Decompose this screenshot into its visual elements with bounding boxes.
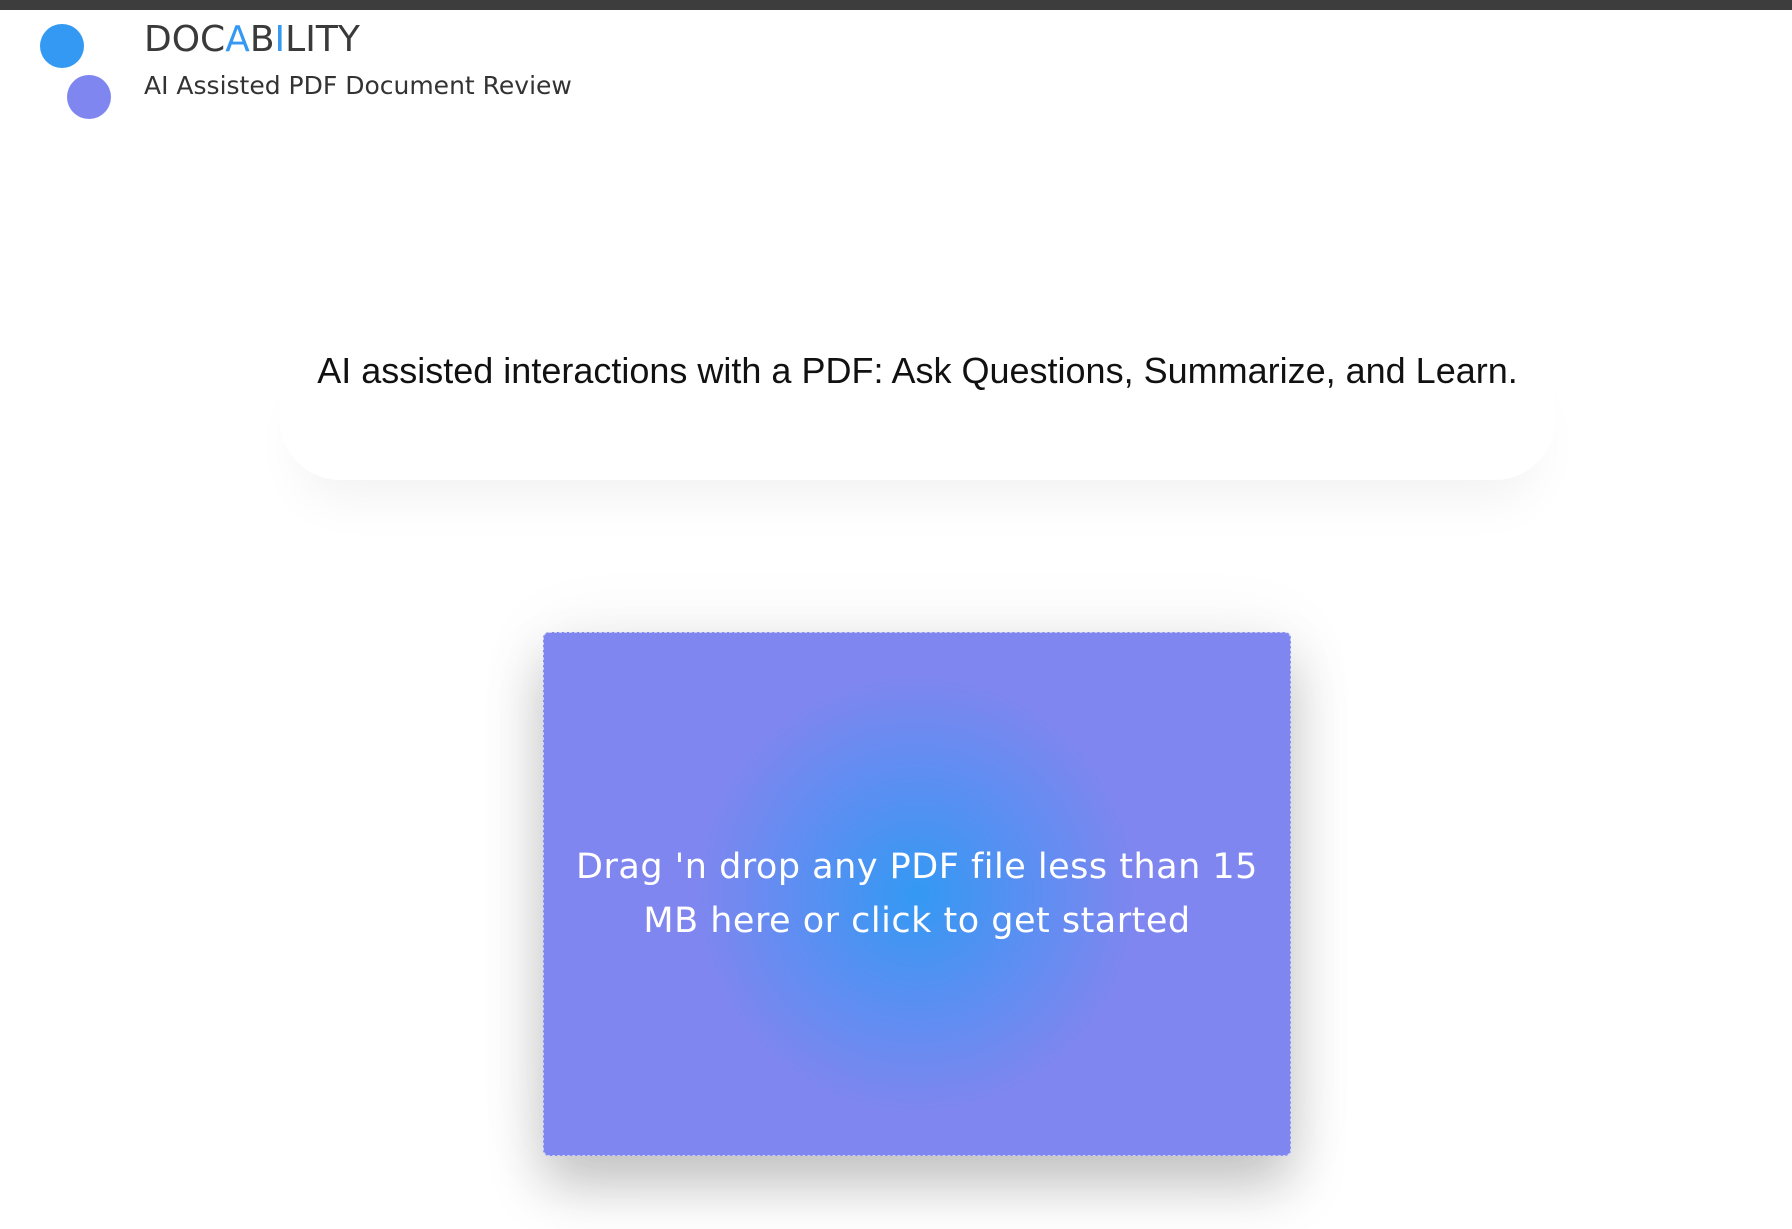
brand-part-2: B: [249, 19, 275, 60]
page-headline: AI assisted interactions with a PDF: Ask…: [317, 350, 1518, 391]
dropzone-instructions: Drag 'n drop any PDF file less than 15 M…: [576, 847, 1258, 941]
brand-part-1: DOC: [144, 19, 226, 60]
brand-accent-1: A: [225, 19, 250, 60]
top-bar: [0, 0, 1792, 10]
logo-blue-dot-icon: [40, 24, 84, 68]
app-header: DOCABILITY AI Assisted PDF Document Revi…: [0, 10, 620, 130]
brand-part-3: LITY: [285, 19, 360, 60]
logo-purple-dot-icon: [67, 75, 111, 119]
brand-tagline: AI Assisted PDF Document Review: [144, 71, 572, 100]
brand-accent-2: I: [274, 19, 286, 60]
headline-section: AI assisted interactions with a PDF: Ask…: [280, 330, 1555, 480]
pdf-upload-dropzone[interactable]: Drag 'n drop any PDF file less than 15 M…: [543, 632, 1291, 1156]
brand-name[interactable]: DOCABILITY: [144, 18, 360, 61]
